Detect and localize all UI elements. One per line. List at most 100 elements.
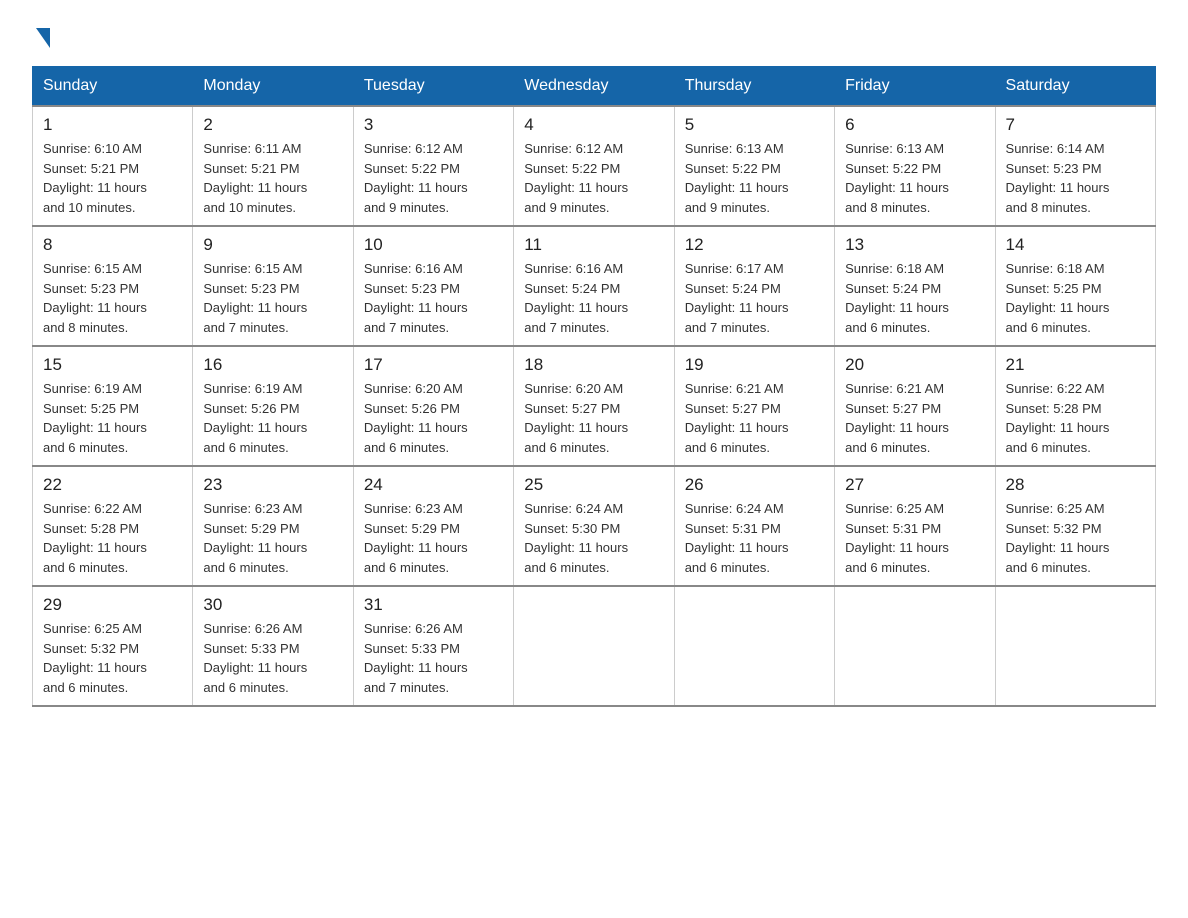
calendar-header: SundayMondayTuesdayWednesdayThursdayFrid… [33,67,1156,107]
day-number: 23 [203,475,342,495]
day-info: Sunrise: 6:17 AMSunset: 5:24 PMDaylight:… [685,259,824,337]
page-header [32,24,1156,46]
day-info: Sunrise: 6:16 AMSunset: 5:24 PMDaylight:… [524,259,663,337]
day-number: 27 [845,475,984,495]
day-info: Sunrise: 6:12 AMSunset: 5:22 PMDaylight:… [524,139,663,217]
calendar-cell: 22 Sunrise: 6:22 AMSunset: 5:28 PMDayligh… [33,466,193,586]
calendar-cell: 18 Sunrise: 6:20 AMSunset: 5:27 PMDayligh… [514,346,674,466]
day-number: 28 [1006,475,1145,495]
day-number: 25 [524,475,663,495]
day-info: Sunrise: 6:18 AMSunset: 5:25 PMDaylight:… [1006,259,1145,337]
day-info: Sunrise: 6:13 AMSunset: 5:22 PMDaylight:… [685,139,824,217]
day-info: Sunrise: 6:20 AMSunset: 5:27 PMDaylight:… [524,379,663,457]
day-info: Sunrise: 6:21 AMSunset: 5:27 PMDaylight:… [845,379,984,457]
calendar-row-0: 1 Sunrise: 6:10 AMSunset: 5:21 PMDaylight… [33,106,1156,226]
calendar-cell: 1 Sunrise: 6:10 AMSunset: 5:21 PMDaylight… [33,106,193,226]
calendar-cell: 6Sunrise: 6:13 AMSunset: 5:22 PMDaylight… [835,106,995,226]
day-info: Sunrise: 6:22 AMSunset: 5:28 PMDaylight:… [1006,379,1145,457]
day-number: 29 [43,595,182,615]
day-number: 31 [364,595,503,615]
calendar-cell: 21 Sunrise: 6:22 AMSunset: 5:28 PMDayligh… [995,346,1155,466]
day-number: 3 [364,115,503,135]
day-info: Sunrise: 6:26 AMSunset: 5:33 PMDaylight:… [203,619,342,697]
logo-arrow-icon [36,28,50,48]
day-info: Sunrise: 6:14 AMSunset: 5:23 PMDaylight:… [1006,139,1145,217]
day-info: Sunrise: 6:25 AMSunset: 5:31 PMDaylight:… [845,499,984,577]
calendar-row-4: 29 Sunrise: 6:25 AMSunset: 5:32 PMDayligh… [33,586,1156,706]
calendar-table: SundayMondayTuesdayWednesdayThursdayFrid… [32,66,1156,707]
calendar-row-1: 8 Sunrise: 6:15 AMSunset: 5:23 PMDaylight… [33,226,1156,346]
calendar-cell: 9Sunrise: 6:15 AMSunset: 5:23 PMDaylight… [193,226,353,346]
day-info: Sunrise: 6:21 AMSunset: 5:27 PMDaylight:… [685,379,824,457]
day-info: Sunrise: 6:13 AMSunset: 5:22 PMDaylight:… [845,139,984,217]
calendar-cell: 15 Sunrise: 6:19 AMSunset: 5:25 PMDayligh… [33,346,193,466]
calendar-cell: 8 Sunrise: 6:15 AMSunset: 5:23 PMDaylight… [33,226,193,346]
calendar-cell: 30 Sunrise: 6:26 AMSunset: 5:33 PMDayligh… [193,586,353,706]
day-number: 13 [845,235,984,255]
calendar-cell: 29 Sunrise: 6:25 AMSunset: 5:32 PMDayligh… [33,586,193,706]
day-number: 21 [1006,355,1145,375]
weekday-header-thursday: Thursday [674,67,834,107]
calendar-cell: 10Sunrise: 6:16 AMSunset: 5:23 PMDayligh… [353,226,513,346]
day-number: 30 [203,595,342,615]
calendar-cell: 20 Sunrise: 6:21 AMSunset: 5:27 PMDayligh… [835,346,995,466]
calendar-cell [835,586,995,706]
day-number: 22 [43,475,182,495]
weekday-header-saturday: Saturday [995,67,1155,107]
day-number: 20 [845,355,984,375]
weekday-header-friday: Friday [835,67,995,107]
day-info: Sunrise: 6:22 AMSunset: 5:28 PMDaylight:… [43,499,182,577]
day-info: Sunrise: 6:20 AMSunset: 5:26 PMDaylight:… [364,379,503,457]
calendar-cell: 12Sunrise: 6:17 AMSunset: 5:24 PMDayligh… [674,226,834,346]
calendar-cell: 17Sunrise: 6:20 AMSunset: 5:26 PMDayligh… [353,346,513,466]
day-number: 19 [685,355,824,375]
calendar-row-2: 15 Sunrise: 6:19 AMSunset: 5:25 PMDayligh… [33,346,1156,466]
calendar-cell: 28 Sunrise: 6:25 AMSunset: 5:32 PMDayligh… [995,466,1155,586]
day-number: 15 [43,355,182,375]
day-info: Sunrise: 6:10 AMSunset: 5:21 PMDaylight:… [43,139,182,217]
day-number: 14 [1006,235,1145,255]
day-number: 11 [524,235,663,255]
calendar-body: 1 Sunrise: 6:10 AMSunset: 5:21 PMDaylight… [33,106,1156,706]
calendar-cell: 14 Sunrise: 6:18 AMSunset: 5:25 PMDayligh… [995,226,1155,346]
day-info: Sunrise: 6:24 AMSunset: 5:31 PMDaylight:… [685,499,824,577]
weekday-header-wednesday: Wednesday [514,67,674,107]
day-info: Sunrise: 6:15 AMSunset: 5:23 PMDaylight:… [43,259,182,337]
calendar-cell: 7Sunrise: 6:14 AMSunset: 5:23 PMDaylight… [995,106,1155,226]
calendar-cell: 2 Sunrise: 6:11 AMSunset: 5:21 PMDaylight… [193,106,353,226]
day-info: Sunrise: 6:19 AMSunset: 5:25 PMDaylight:… [43,379,182,457]
calendar-cell: 24Sunrise: 6:23 AMSunset: 5:29 PMDayligh… [353,466,513,586]
calendar-cell: 27 Sunrise: 6:25 AMSunset: 5:31 PMDayligh… [835,466,995,586]
day-number: 4 [524,115,663,135]
calendar-row-3: 22 Sunrise: 6:22 AMSunset: 5:28 PMDayligh… [33,466,1156,586]
day-number: 8 [43,235,182,255]
calendar-cell: 11 Sunrise: 6:16 AMSunset: 5:24 PMDayligh… [514,226,674,346]
day-info: Sunrise: 6:19 AMSunset: 5:26 PMDaylight:… [203,379,342,457]
calendar-cell: 4 Sunrise: 6:12 AMSunset: 5:22 PMDaylight… [514,106,674,226]
day-number: 1 [43,115,182,135]
day-number: 10 [364,235,503,255]
day-number: 2 [203,115,342,135]
day-info: Sunrise: 6:23 AMSunset: 5:29 PMDaylight:… [203,499,342,577]
calendar-cell [514,586,674,706]
logo-top [32,24,50,48]
day-number: 18 [524,355,663,375]
calendar-cell [995,586,1155,706]
calendar-cell: 26Sunrise: 6:24 AMSunset: 5:31 PMDayligh… [674,466,834,586]
day-info: Sunrise: 6:25 AMSunset: 5:32 PMDaylight:… [1006,499,1145,577]
calendar-cell: 16 Sunrise: 6:19 AMSunset: 5:26 PMDayligh… [193,346,353,466]
calendar-cell [674,586,834,706]
day-info: Sunrise: 6:18 AMSunset: 5:24 PMDaylight:… [845,259,984,337]
day-info: Sunrise: 6:24 AMSunset: 5:30 PMDaylight:… [524,499,663,577]
day-info: Sunrise: 6:25 AMSunset: 5:32 PMDaylight:… [43,619,182,697]
day-number: 5 [685,115,824,135]
day-info: Sunrise: 6:26 AMSunset: 5:33 PMDaylight:… [364,619,503,697]
calendar-cell: 13 Sunrise: 6:18 AMSunset: 5:24 PMDayligh… [835,226,995,346]
day-info: Sunrise: 6:12 AMSunset: 5:22 PMDaylight:… [364,139,503,217]
day-info: Sunrise: 6:23 AMSunset: 5:29 PMDaylight:… [364,499,503,577]
day-info: Sunrise: 6:11 AMSunset: 5:21 PMDaylight:… [203,139,342,217]
day-number: 16 [203,355,342,375]
weekday-header-monday: Monday [193,67,353,107]
weekday-header-tuesday: Tuesday [353,67,513,107]
day-number: 9 [203,235,342,255]
